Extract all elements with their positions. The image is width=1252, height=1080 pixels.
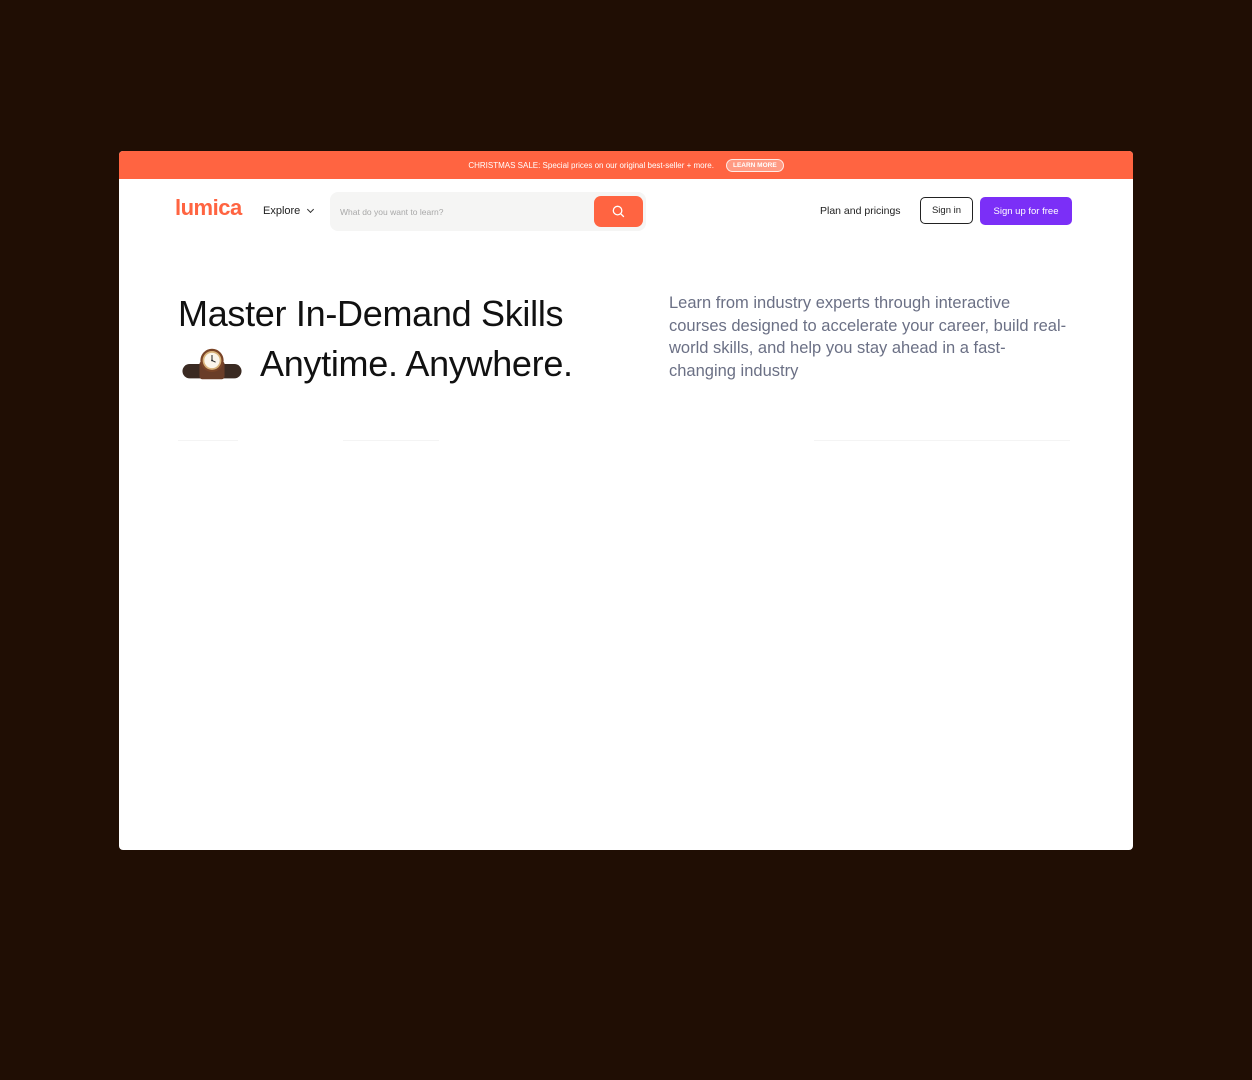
logo[interactable]: lumica [175,195,242,221]
explore-label: Explore [263,205,301,217]
promo-banner: CHRISTMAS SALE: Special prices on our or… [119,151,1133,179]
promo-text: CHRISTMAS SALE: Special prices on our or… [468,160,714,170]
hero-title-line2: Anytime. Anywhere. [260,343,573,384]
search-icon [612,205,625,218]
sign-in-button[interactable]: Sign in [920,197,973,224]
learn-more-button[interactable]: LEARN MORE [725,158,784,172]
hero-description: Learn from industry experts through inte… [669,294,1067,380]
explore-menu[interactable]: Explore [263,205,315,217]
divider [814,440,1070,441]
hero-title-row2: Anytime. Anywhere. [178,339,573,389]
logo-text: lumica [175,195,242,220]
hero-heading: Master In-Demand Skills Anytime. Anywher… [178,289,573,389]
search-button[interactable] [594,196,643,227]
clock-icon [182,348,242,380]
sign-up-button[interactable]: Sign up for free [980,197,1072,225]
hero-title-line1: Master In-Demand Skills [178,293,564,334]
search-bar [330,192,646,231]
divider [178,440,238,441]
page-frame: CHRISTMAS SALE: Special prices on our or… [119,151,1133,850]
divider [343,440,439,441]
search-input[interactable] [338,202,582,222]
chevron-down-icon [307,205,315,214]
plan-pricing-link[interactable]: Plan and pricings [820,205,901,217]
